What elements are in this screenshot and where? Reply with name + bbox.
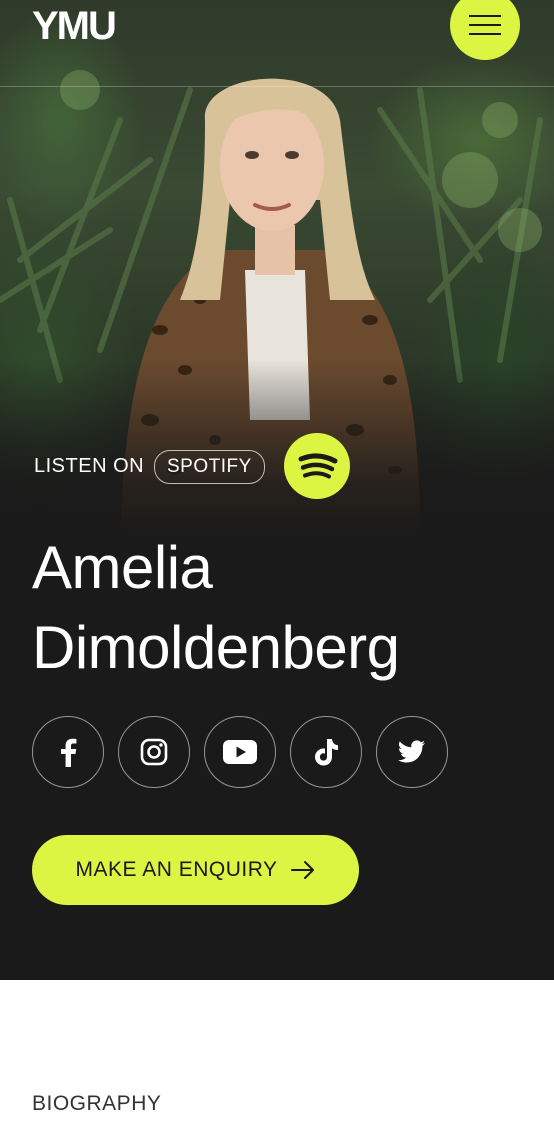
artist-page: YMU LISTEN ON SPOTIFY Amelia Dimoldenber… <box>0 0 554 1128</box>
listen-on-label: LISTEN ON <box>34 455 145 477</box>
youtube-button[interactable] <box>204 716 276 788</box>
tiktok-button[interactable] <box>290 716 362 788</box>
ymu-logo[interactable]: YMU <box>32 4 117 48</box>
artist-first-name: Amelia <box>32 534 213 601</box>
hamburger-menu-icon-bar <box>469 33 501 35</box>
spotify-icon <box>298 453 338 479</box>
make-enquiry-button[interactable]: MAKE AN ENQUIRY <box>32 835 359 905</box>
hero-section: YMU LISTEN ON SPOTIFY Amelia Dimoldenber… <box>0 0 554 980</box>
make-enquiry-label: MAKE AN ENQUIRY <box>75 858 278 881</box>
twitter-icon <box>398 740 425 763</box>
instagram-icon <box>140 738 168 766</box>
header-divider <box>0 86 554 87</box>
spotify-pill[interactable]: SPOTIFY <box>154 450 265 484</box>
youtube-icon <box>223 740 257 764</box>
facebook-button[interactable] <box>32 716 104 788</box>
social-links <box>32 716 452 790</box>
instagram-button[interactable] <box>118 716 190 788</box>
tiktok-icon <box>315 739 338 766</box>
twitter-button[interactable] <box>376 716 448 788</box>
spotify-button[interactable] <box>284 433 350 499</box>
artist-name: Amelia Dimoldenberg <box>32 528 532 688</box>
artist-last-name: Dimoldenberg <box>32 614 400 681</box>
hamburger-menu-icon-bar <box>469 15 501 17</box>
biography-heading: BIOGRAPHY <box>32 1092 162 1115</box>
hamburger-menu-icon-bar <box>469 24 501 26</box>
listen-on-row: LISTEN ON SPOTIFY <box>34 431 364 501</box>
arrow-right-icon <box>290 861 314 879</box>
facebook-icon <box>61 738 77 767</box>
